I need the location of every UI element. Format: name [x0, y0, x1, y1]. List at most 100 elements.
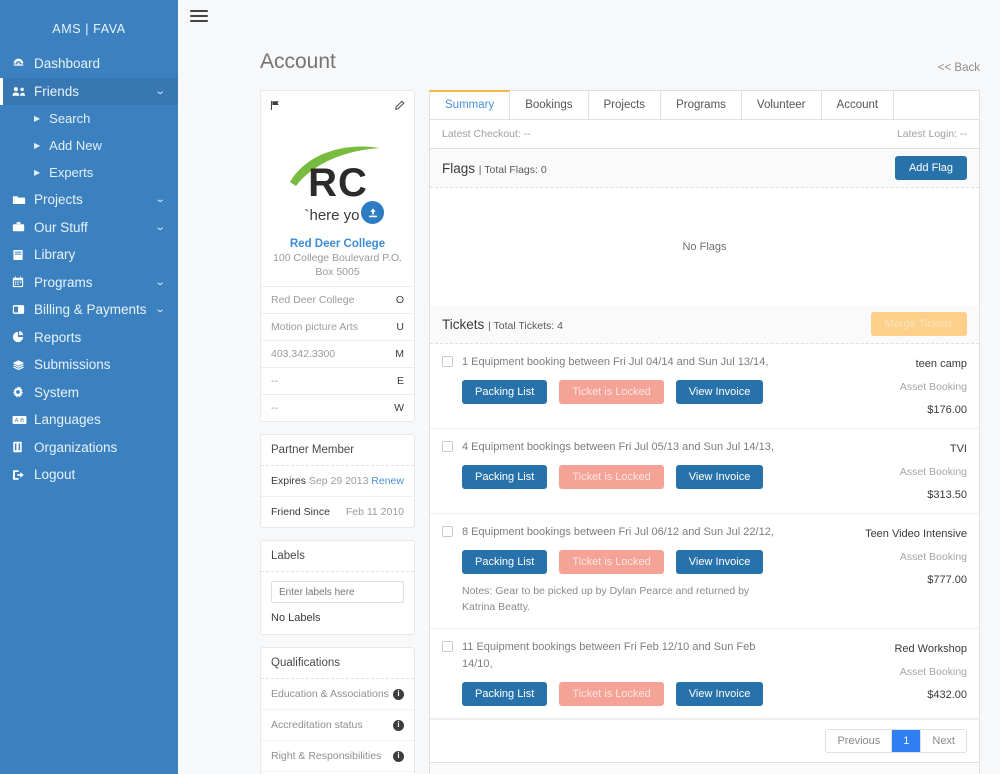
- sidebar-item-label: Logout: [34, 467, 76, 483]
- sidebar-item-programs[interactable]: Programs ⌄: [0, 269, 178, 297]
- ticket-checkbox[interactable]: [442, 441, 453, 452]
- pagination-previous[interactable]: Previous: [826, 729, 893, 752]
- sidebar-subitem-search[interactable]: ▶ Search: [0, 105, 178, 132]
- pagination-row: Previous 1 Next: [430, 718, 979, 762]
- tab-label: Projects: [603, 99, 646, 111]
- app-root: AMS | FAVA Dashboard Friends ⌄ ▶ Search …: [0, 0, 1000, 774]
- ticket-locked-button[interactable]: Ticket is Locked: [559, 380, 664, 405]
- ticket-row: 4 Equipment bookings between Fri Jul 05/…: [430, 429, 979, 514]
- qualification-row[interactable]: Education & Associations i: [261, 679, 414, 711]
- pagination-next[interactable]: Next: [921, 729, 966, 752]
- back-link[interactable]: << Back: [938, 62, 980, 74]
- packing-list-button[interactable]: Packing List: [462, 681, 548, 706]
- view-invoice-button[interactable]: View Invoice: [675, 550, 764, 575]
- expires-value: Sep 29 2013: [308, 475, 369, 488]
- ticket-locked-button[interactable]: Ticket is Locked: [559, 681, 664, 706]
- ticket-checkbox[interactable]: [442, 526, 453, 537]
- qualification-row[interactable]: Right & Responsibilities i: [261, 741, 414, 773]
- membership-title: Partner Member: [261, 435, 414, 467]
- sidebar-item-dashboard[interactable]: Dashboard: [0, 50, 178, 78]
- friend-since-label: Friend Since: [271, 506, 330, 519]
- friends-submenu: ▶ Search ▶ Add New ▶ Experts: [0, 105, 178, 186]
- packing-list-button[interactable]: Packing List: [462, 550, 548, 575]
- ticket-head: 11 Equipment bookings between Fri Feb 12…: [442, 639, 820, 673]
- upload-icon[interactable]: [359, 199, 386, 226]
- tab-bookings[interactable]: Bookings: [510, 90, 589, 119]
- contact-row: -- E: [261, 367, 414, 394]
- sidebar-subitem-experts[interactable]: ▶ Experts: [0, 159, 178, 186]
- sidebar-item-library[interactable]: Library: [0, 241, 178, 269]
- ticket-checkbox[interactable]: [442, 640, 453, 652]
- tab-volunteer[interactable]: Volunteer: [741, 90, 822, 119]
- ticket-type: Asset Booking: [899, 665, 967, 678]
- sidebar-subitem-add-new[interactable]: ▶ Add New: [0, 132, 178, 159]
- sidebar-item-organizations[interactable]: Organizations: [0, 434, 178, 462]
- ticket-checkbox[interactable]: [442, 356, 453, 367]
- sidebar-item-our-stuff[interactable]: Our Stuff ⌄: [0, 214, 178, 242]
- ticket-summary: Red Workshop Asset Booking $432.00: [832, 639, 967, 706]
- packing-list-button[interactable]: Packing List: [462, 465, 548, 490]
- ticket-amount: $176.00: [927, 404, 967, 416]
- tab-bar-filler: [894, 90, 980, 119]
- renew-link[interactable]: Renew: [371, 475, 404, 487]
- info-icon[interactable]: i: [393, 688, 404, 700]
- qualification-row[interactable]: Accreditation status i: [261, 710, 414, 742]
- merge-tickets-button[interactable]: Merge Tickets: [870, 312, 967, 336]
- membership-expires-row: Expires Sep 29 2013 Renew: [261, 466, 414, 498]
- sidebar-item-reports[interactable]: Reports: [0, 324, 178, 352]
- latest-login: Latest Login: --: [896, 128, 967, 140]
- ticket-head: 1 Equipment booking between Fri Jul 04/1…: [442, 354, 820, 371]
- caret-right-icon: ▶: [34, 114, 41, 123]
- dashboard-icon: [12, 57, 34, 70]
- ticket-locked-button[interactable]: Ticket is Locked: [559, 550, 664, 575]
- tab-label: Bookings: [525, 99, 573, 111]
- add-flag-button[interactable]: Add Flag: [894, 156, 967, 180]
- ticket-amount: $432.00: [927, 688, 967, 701]
- contact-value: 403.342.3300: [271, 348, 336, 361]
- caret-right-icon: ▶: [34, 168, 41, 177]
- tab-projects[interactable]: Projects: [588, 90, 662, 119]
- contact-value: --: [271, 402, 278, 415]
- friend-since-value: Feb 11 2010: [345, 506, 404, 519]
- tab-label: Programs: [676, 99, 726, 111]
- expires-label: Expires: [271, 475, 307, 488]
- logo-text-main: RC: [308, 161, 368, 205]
- ticket-locked-button[interactable]: Ticket is Locked: [559, 465, 664, 490]
- topbar: [178, 0, 1000, 32]
- chevron-down-icon: ⌄: [154, 85, 166, 97]
- sidebar-item-billing-payments[interactable]: Billing & Payments ⌄: [0, 296, 178, 324]
- info-icon[interactable]: i: [393, 750, 404, 762]
- tickets-total: Total Tickets: 4: [493, 319, 563, 332]
- sidebar-item-submissions[interactable]: Submissions: [0, 351, 178, 379]
- view-invoice-button[interactable]: View Invoice: [675, 681, 764, 706]
- main-area: Account << Back RC `here yo Red Deer Col…: [178, 0, 1000, 774]
- tab-programs[interactable]: Programs: [661, 90, 742, 119]
- sidebar-item-label: Organizations: [34, 439, 118, 455]
- sidebar-item-projects[interactable]: Projects ⌄: [0, 186, 178, 214]
- tab-summary[interactable]: Summary: [429, 90, 511, 119]
- hamburger-icon[interactable]: [190, 7, 208, 25]
- pencil-icon[interactable]: [394, 98, 405, 116]
- layers-icon: [12, 359, 34, 371]
- tab-account[interactable]: Account: [821, 90, 895, 119]
- packing-list-button[interactable]: Packing List: [462, 380, 548, 405]
- flag-icon[interactable]: [270, 98, 281, 116]
- contact-badge: E: [396, 375, 404, 388]
- organization-name[interactable]: Red Deer College: [261, 236, 414, 251]
- tab-label: Account: [836, 99, 879, 111]
- pagination-page-1[interactable]: 1: [892, 729, 922, 752]
- ticket-main: 4 Equipment bookings between Fri Jul 05/…: [442, 439, 832, 501]
- info-icon[interactable]: i: [393, 719, 404, 731]
- contact-badge: M: [395, 348, 404, 361]
- labels-title: Labels: [261, 541, 414, 573]
- sidebar-item-logout[interactable]: Logout: [0, 461, 178, 489]
- latest-checkout: Latest Checkout: --: [442, 128, 531, 140]
- view-invoice-button[interactable]: View Invoice: [675, 465, 764, 490]
- ticket-notes: Notes: Gear to be picked up by Dylan Pea…: [462, 585, 750, 614]
- ticket-type: Asset Booking: [899, 381, 967, 393]
- labels-input[interactable]: [271, 581, 404, 604]
- sidebar-item-languages[interactable]: AB Languages: [0, 406, 178, 434]
- sidebar-item-friends[interactable]: Friends ⌄: [0, 77, 178, 105]
- view-invoice-button[interactable]: View Invoice: [675, 380, 764, 405]
- sidebar-item-system[interactable]: System: [0, 379, 178, 407]
